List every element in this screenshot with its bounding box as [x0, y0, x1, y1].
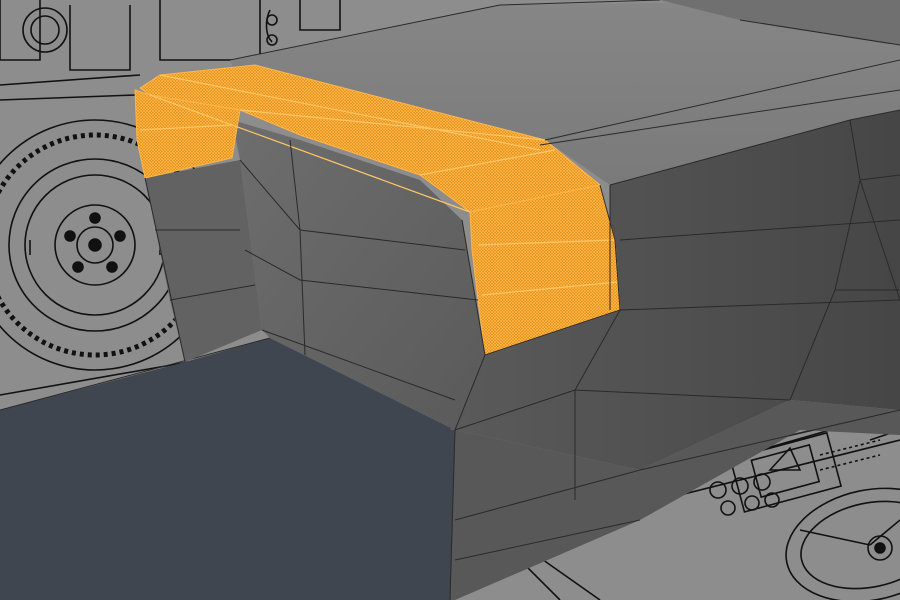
- 3d-viewport[interactable]: [0, 0, 900, 600]
- viewport-canvas[interactable]: [0, 0, 900, 600]
- steering-wheel-drawing: [785, 487, 900, 600]
